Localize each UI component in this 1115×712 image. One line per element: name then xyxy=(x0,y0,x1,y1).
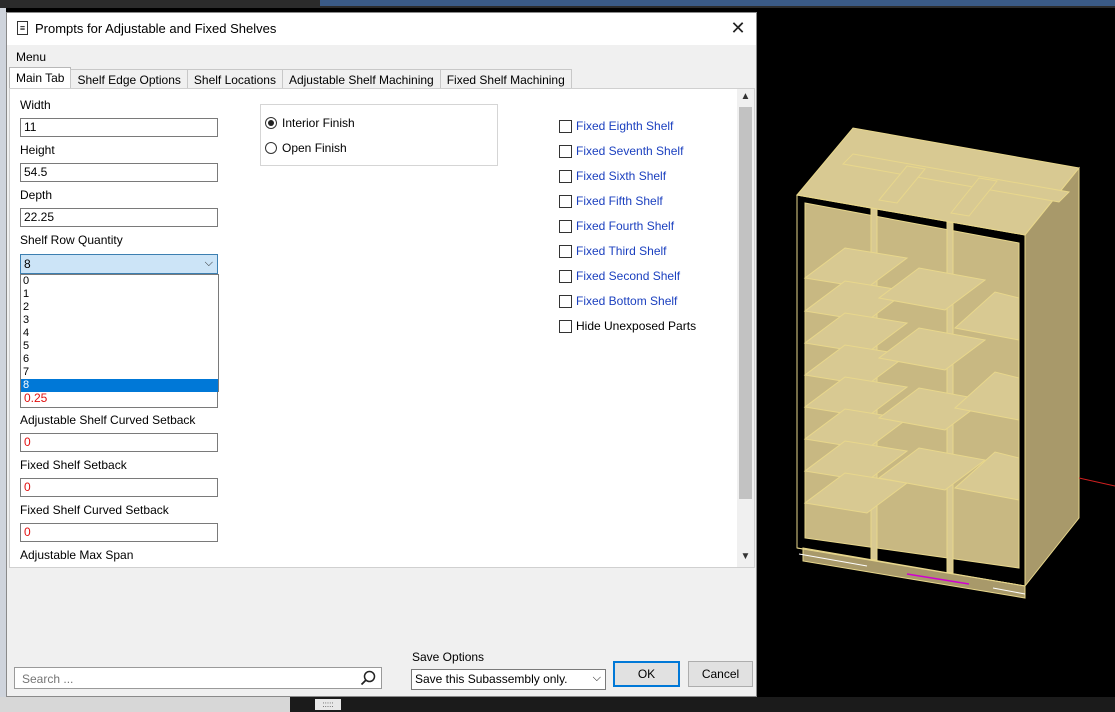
checkbox-label[interactable]: Fixed Fifth Shelf xyxy=(576,194,663,208)
dropdown-option[interactable]: 2 xyxy=(21,301,218,314)
checkbox-box[interactable] xyxy=(559,270,572,283)
shelf-row-quantity-label: Shelf Row Quantity xyxy=(20,233,123,247)
prompts-dialog: ≡ Prompts for Adjustable and Fixed Shelv… xyxy=(6,12,757,697)
adj-max-span-label: Adjustable Max Span xyxy=(20,548,134,562)
tab-shelf-edge-options[interactable]: Shelf Edge Options xyxy=(70,69,188,90)
dropdown-option[interactable]: 6 xyxy=(21,353,218,366)
dropdown-option[interactable]: 7 xyxy=(21,366,218,379)
width-field[interactable]: 11 xyxy=(20,118,218,137)
menu-bar: Menu xyxy=(7,45,756,67)
checkbox-box[interactable] xyxy=(559,220,572,233)
cabinet-3d-model: .e { stroke:#e8d78c; stroke-width:1; fil… xyxy=(796,127,1115,599)
adj-curved-setback-field[interactable]: 0 xyxy=(20,433,218,452)
close-button[interactable]: ✕ xyxy=(726,17,750,41)
open-finish-radio[interactable] xyxy=(265,142,277,154)
search-icon[interactable] xyxy=(360,670,376,686)
checkbox-box[interactable] xyxy=(559,145,572,158)
chevron-down-icon[interactable]: ⌵ xyxy=(205,257,213,270)
fixed-setback-label: Fixed Shelf Setback xyxy=(20,458,127,472)
fixed-curved-setback-label: Fixed Shelf Curved Setback xyxy=(20,503,169,517)
dropdown-option[interactable]: 4 xyxy=(21,327,218,340)
checkbox-box[interactable] xyxy=(559,170,572,183)
checkbox-label[interactable]: Fixed Fourth Shelf xyxy=(576,219,674,233)
fixed-setback-field[interactable]: 0 xyxy=(20,478,218,497)
checkbox-label[interactable]: Fixed Eighth Shelf xyxy=(576,119,673,133)
checkbox-label[interactable]: Hide Unexposed Parts xyxy=(576,319,696,333)
checkbox-box[interactable] xyxy=(559,245,572,258)
dropdown-option[interactable]: 5 xyxy=(21,340,218,353)
tab-strip: Main Tab Shelf Edge Options Shelf Locati… xyxy=(9,67,572,90)
dialog-icon: ≡ xyxy=(17,21,28,35)
open-finish-label[interactable]: Open Finish xyxy=(282,141,347,155)
3d-viewport[interactable]: .e { stroke:#e8d78c; stroke-width:1; fil… xyxy=(757,8,1115,697)
checkbox-label[interactable]: Fixed Bottom Shelf xyxy=(576,294,677,308)
cancel-button[interactable]: Cancel xyxy=(688,661,753,687)
interior-finish-radio[interactable] xyxy=(265,117,277,129)
save-options-label: Save Options xyxy=(412,650,485,664)
adj-curved-setback-label: Adjustable Shelf Curved Setback xyxy=(20,413,196,427)
tab-main[interactable]: Main Tab xyxy=(9,67,72,90)
save-options-select[interactable]: Save this Subassembly only. ⌵ xyxy=(411,669,606,690)
checkbox-box[interactable] xyxy=(559,295,572,308)
height-field[interactable]: 54.5 xyxy=(20,163,218,182)
tab-fixed-shelf-machining[interactable]: Fixed Shelf Machining xyxy=(439,69,572,90)
checkbox-label[interactable]: Fixed Second Shelf xyxy=(576,269,680,283)
background-top-accent xyxy=(320,0,1115,6)
vertical-scrollbar[interactable]: ▲ ▼ xyxy=(737,89,754,567)
scroll-down-icon[interactable]: ▼ xyxy=(737,551,754,565)
dropdown-option[interactable]: 0 xyxy=(21,275,218,288)
checkbox-label[interactable]: Fixed Sixth Shelf xyxy=(576,169,666,183)
title-bar[interactable]: ≡ Prompts for Adjustable and Fixed Shelv… xyxy=(7,13,756,45)
search-input[interactable] xyxy=(20,669,354,689)
scroll-up-icon[interactable]: ▲ xyxy=(737,91,754,105)
save-options-value: Save this Subassembly only. xyxy=(415,672,568,686)
interior-finish-label[interactable]: Interior Finish xyxy=(282,116,355,130)
shelf-row-quantity-options: 0 1 2 3 4 5 6 7 8 xyxy=(20,274,219,392)
dropdown-option[interactable]: 1 xyxy=(21,288,218,301)
width-label: Width xyxy=(20,98,51,112)
depth-label: Depth xyxy=(20,188,53,202)
dialog-title: Prompts for Adjustable and Fixed Shelves xyxy=(35,21,277,36)
tab-shelf-locations[interactable]: Shelf Locations xyxy=(186,69,283,90)
menu-item-menu[interactable]: Menu xyxy=(16,50,46,64)
ok-button[interactable]: OK xyxy=(613,661,680,687)
dropdown-option-selected[interactable]: 8 xyxy=(21,379,218,392)
checkbox-label[interactable]: Fixed Seventh Shelf xyxy=(576,144,683,158)
search-box xyxy=(14,667,382,689)
scroll-thumb[interactable] xyxy=(739,107,752,499)
fixed-curved-setback-field[interactable]: 0 xyxy=(20,523,218,542)
finish-group: Interior Finish Open Finish xyxy=(260,104,498,166)
background-bottom-dark xyxy=(290,697,1115,712)
height-label: Height xyxy=(20,143,55,157)
dropdown-value: 8 xyxy=(24,257,31,271)
radio-selected-dot xyxy=(268,120,274,126)
checkbox-label[interactable]: Fixed Third Shelf xyxy=(576,244,667,258)
checkbox-box[interactable] xyxy=(559,320,572,333)
grip-handle-icon[interactable]: ::::: xyxy=(315,699,341,710)
shelf-row-quantity-dropdown[interactable]: 8 ⌵ xyxy=(20,254,218,274)
tab-adjustable-shelf-machining[interactable]: Adjustable Shelf Machining xyxy=(281,69,441,90)
depth-field[interactable]: 22.25 xyxy=(20,208,218,227)
checkbox-box[interactable] xyxy=(559,120,572,133)
chevron-down-icon[interactable]: ⌵ xyxy=(593,672,601,685)
checkbox-box[interactable] xyxy=(559,195,572,208)
dropdown-option[interactable]: 3 xyxy=(21,314,218,327)
main-tab-panel: Width 11 Height 54.5 Depth 22.25 Shelf R… xyxy=(9,88,755,568)
